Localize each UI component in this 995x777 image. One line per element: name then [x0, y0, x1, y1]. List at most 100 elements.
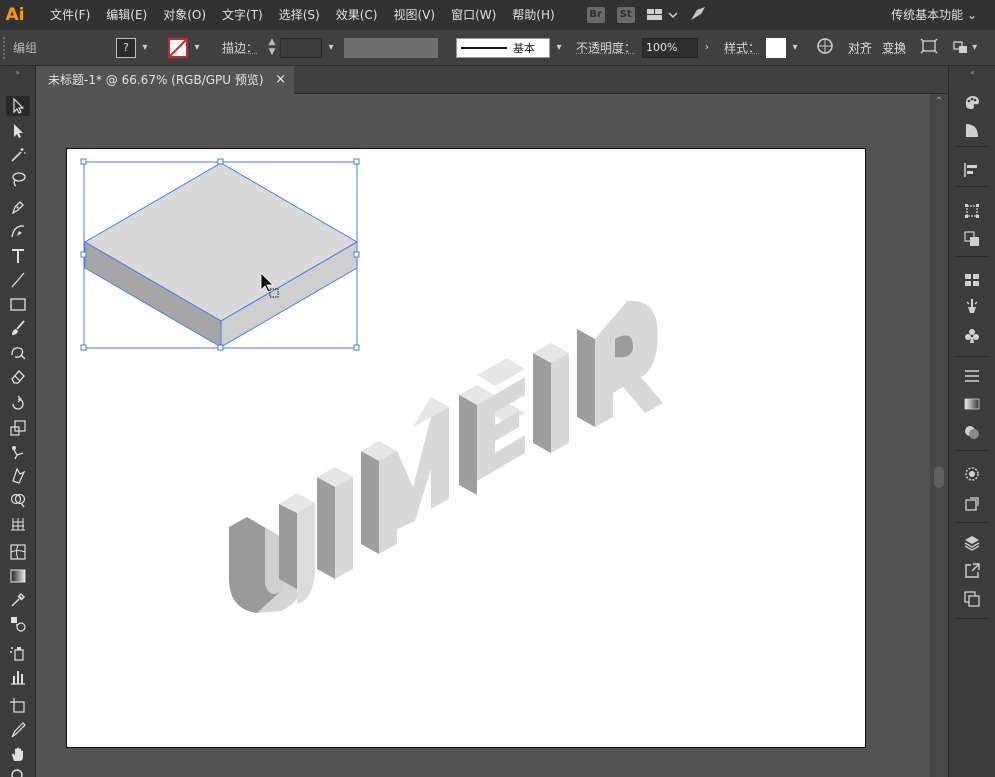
menu-select[interactable]: 选择(S) [271, 0, 328, 30]
menu-edit[interactable]: 编辑(E) [98, 0, 155, 30]
menu-file[interactable]: 文件(F) [42, 0, 98, 30]
pathfinder-icon[interactable] [961, 229, 983, 249]
stroke-weight-field[interactable] [280, 37, 323, 58]
color-panel-icon[interactable] [961, 92, 983, 112]
artboard[interactable] [66, 148, 866, 748]
color-guide-icon[interactable] [961, 120, 983, 140]
stock-button[interactable]: St [616, 7, 635, 23]
bridge-button[interactable]: Br [586, 7, 605, 23]
rotate-tool-icon[interactable] [6, 394, 30, 414]
appearance-icon[interactable] [961, 464, 983, 484]
style-label[interactable]: 样式： [724, 39, 760, 56]
opacity-label[interactable]: 不透明度： [576, 39, 636, 56]
type-tool-icon[interactable] [6, 246, 30, 266]
opacity-arrow-icon[interactable]: › [700, 42, 714, 53]
brush-label: 基本 [513, 41, 536, 55]
align-button[interactable]: 对齐 [848, 39, 872, 56]
symbols-icon[interactable] [961, 326, 983, 346]
slice-tool-icon[interactable] [6, 720, 30, 740]
selection-tool-icon[interactable] [6, 96, 30, 116]
style-chevron-icon[interactable]: ▾ [788, 42, 802, 53]
letter-i-2 [533, 343, 569, 453]
vertical-scrollbar[interactable]: ⌃ [930, 94, 948, 777]
symbol-sprayer-tool-icon[interactable] [6, 643, 30, 663]
fill-swatch[interactable]: ? [116, 37, 136, 58]
stroke-panel-icon[interactable] [961, 366, 983, 386]
isolate-group-icon[interactable] [920, 38, 938, 57]
rectangle-tool-icon[interactable] [6, 294, 30, 314]
stroke-weight-chevron-icon[interactable]: ▾ [324, 42, 338, 53]
transform-button[interactable]: 变换 [882, 39, 906, 56]
gradient-panel-icon[interactable] [961, 394, 983, 414]
free-transform-tool-icon[interactable] [6, 466, 30, 486]
transparency-icon[interactable] [961, 422, 983, 442]
puppet-warp-tool-icon[interactable] [6, 442, 30, 462]
gradient-tool-icon[interactable] [6, 566, 30, 586]
blend-tool-icon[interactable] [6, 614, 30, 634]
menu-effect[interactable]: 效果(C) [328, 0, 386, 30]
chevron-down-icon: ⌄ [966, 8, 977, 22]
brush-definition[interactable]: 基本 [456, 37, 551, 58]
brush-chevron-icon[interactable]: ▾ [552, 42, 566, 53]
workspace-switcher[interactable]: 传统基本功能 ⌄ [891, 0, 977, 30]
artboard-tool-icon[interactable] [6, 696, 30, 716]
scroll-up-arrow-icon[interactable]: ⌃ [930, 96, 948, 107]
dock-divider [955, 256, 989, 257]
lasso-tool-icon[interactable] [6, 169, 30, 189]
stroke-chevron-icon[interactable]: ▾ [190, 42, 204, 53]
stroke-weight-stepper[interactable]: ▲ ▼ [264, 37, 280, 59]
scrollbar-thumb[interactable] [934, 466, 944, 488]
zoom-tool-icon[interactable] [6, 766, 30, 777]
dock-divider [955, 450, 989, 451]
magic-wand-tool-icon[interactable] [6, 145, 30, 165]
perspective-grid-tool-icon[interactable] [6, 514, 30, 534]
variable-width-profile[interactable] [344, 37, 439, 58]
dock-divider [955, 186, 989, 187]
arrange-documents-icon[interactable] [646, 8, 677, 22]
fill-chevron-icon[interactable]: ▾ [138, 42, 152, 53]
swatches-icon[interactable] [961, 270, 983, 290]
hand-tool-icon[interactable] [6, 744, 30, 764]
panel-grip[interactable] [3, 36, 9, 59]
layers-icon[interactable] [961, 533, 983, 553]
arrange-icon[interactable]: ▾ [952, 40, 977, 56]
document-tab[interactable]: 未标题-1* @ 66.67% (RGB/GPU 预览) × [36, 66, 294, 94]
stroke-weight-label[interactable]: 描边： [222, 39, 258, 56]
menu-help[interactable]: 帮助(H) [504, 0, 562, 30]
eyedropper-tool-icon[interactable] [6, 590, 30, 610]
recolor-artwork-icon[interactable] [816, 37, 834, 58]
mesh-tool-icon[interactable] [6, 542, 30, 562]
line-segment-tool-icon[interactable] [6, 270, 30, 290]
shaper-tool-icon[interactable] [6, 342, 30, 362]
dock-expand-icon[interactable]: « [949, 66, 995, 80]
menu-type[interactable]: 文字(T) [214, 0, 271, 30]
letter-m [361, 397, 449, 554]
artboards-panel-icon[interactable] [961, 589, 983, 609]
eraser-tool-icon[interactable] [6, 366, 30, 386]
direct-selection-tool-icon[interactable] [6, 121, 30, 141]
close-tab-icon[interactable]: × [275, 66, 286, 94]
shape-builder-tool-icon[interactable] [6, 490, 30, 510]
pen-tool-icon[interactable] [6, 197, 30, 217]
align-panel-icon[interactable] [961, 160, 983, 180]
menu-window[interactable]: 窗口(W) [443, 0, 504, 30]
menu-object[interactable]: 对象(O) [155, 0, 214, 30]
dock-divider [955, 618, 989, 619]
export-icon[interactable] [961, 561, 983, 581]
toolbar-collapse-icon[interactable]: » [0, 66, 35, 80]
brushes-icon[interactable] [961, 296, 983, 316]
opacity-field[interactable]: 100% [642, 37, 699, 58]
graphic-style-swatch[interactable] [766, 37, 787, 58]
paintbrush-tool-icon[interactable] [6, 318, 30, 338]
transform-panel-icon[interactable] [961, 201, 983, 221]
menu-view[interactable]: 视图(V) [385, 0, 443, 30]
canvas-area[interactable] [36, 94, 930, 777]
column-graph-tool-icon[interactable] [6, 667, 30, 687]
curvature-tool-icon[interactable] [6, 221, 30, 241]
selection-type-label: 编组 [13, 41, 38, 55]
gpu-performance-icon[interactable] [689, 6, 707, 25]
stroke-swatch[interactable] [168, 37, 188, 58]
graphic-styles-icon[interactable] [961, 494, 983, 514]
scale-tool-icon[interactable] [6, 418, 30, 438]
isometric-slab[interactable] [84, 162, 358, 348]
